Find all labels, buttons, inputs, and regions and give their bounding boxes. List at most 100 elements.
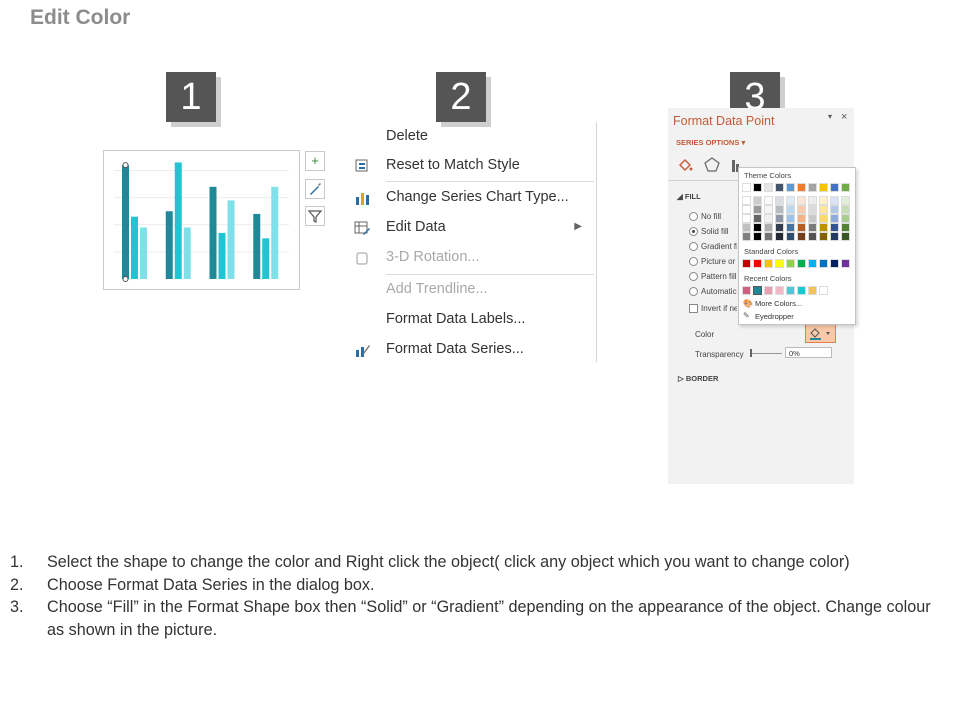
color-swatch[interactable] (841, 214, 850, 223)
color-swatch[interactable] (797, 259, 806, 268)
color-swatch[interactable] (775, 259, 784, 268)
color-swatch[interactable] (808, 286, 817, 295)
color-swatch[interactable] (764, 223, 773, 232)
eyedropper-button[interactable]: ✎ Eyedropper (741, 311, 851, 322)
transparency-input[interactable]: 0% (785, 347, 832, 358)
color-swatch[interactable] (830, 214, 839, 223)
color-swatch[interactable] (786, 214, 795, 223)
menu-item-add-trendline[interactable]: Add Trendline... (350, 277, 594, 303)
bar-series-2[interactable] (131, 216, 138, 279)
chart-elements-button[interactable]: + (305, 151, 325, 171)
color-picker-button[interactable] (805, 324, 836, 343)
color-swatch[interactable] (764, 183, 773, 192)
color-swatch[interactable] (797, 196, 806, 205)
bar-series-2[interactable] (174, 162, 182, 279)
color-swatch[interactable] (753, 223, 762, 232)
color-swatch[interactable] (819, 286, 828, 295)
fill-line-tab[interactable] (676, 156, 694, 174)
color-swatch[interactable] (830, 183, 839, 192)
border-section-header[interactable]: ▷ BORDER (678, 374, 718, 383)
color-swatch[interactable] (819, 205, 828, 214)
color-swatch[interactable] (808, 259, 817, 268)
chart-panel[interactable] (103, 150, 300, 290)
color-swatch[interactable] (830, 223, 839, 232)
slider-thumb[interactable] (750, 349, 752, 357)
color-swatch[interactable] (808, 232, 817, 241)
color-swatch[interactable] (830, 232, 839, 241)
color-swatch[interactable] (819, 214, 828, 223)
color-swatch[interactable] (797, 223, 806, 232)
color-swatch[interactable] (797, 232, 806, 241)
menu-item-format-data-series[interactable]: Format Data Series... (350, 337, 594, 363)
bar-series-3[interactable] (183, 227, 191, 279)
color-swatch[interactable] (764, 259, 773, 268)
bar-series-1[interactable] (209, 186, 217, 279)
chart-styles-button[interactable] (305, 179, 325, 199)
color-swatch[interactable] (753, 286, 762, 295)
color-swatch[interactable] (775, 223, 784, 232)
bar-series-2[interactable] (218, 232, 226, 279)
bar-series-1[interactable] (253, 213, 261, 279)
color-swatch[interactable] (786, 183, 795, 192)
menu-item-reset-to-match-style[interactable]: Reset to Match Style (350, 153, 594, 179)
color-swatch[interactable] (775, 286, 784, 295)
color-swatch[interactable] (764, 214, 773, 223)
menu-item-delete[interactable]: Delete (350, 124, 594, 150)
color-swatch[interactable] (841, 196, 850, 205)
bar-series-2[interactable] (262, 238, 270, 279)
selection-handle[interactable] (122, 276, 129, 282)
color-swatch[interactable] (819, 223, 828, 232)
color-swatch[interactable] (775, 232, 784, 241)
menu-item-edit-data[interactable]: Edit Data ▶ (350, 215, 594, 241)
color-swatch[interactable] (742, 196, 751, 205)
color-swatch[interactable] (841, 205, 850, 214)
color-swatch[interactable] (819, 259, 828, 268)
color-swatch[interactable] (786, 286, 795, 295)
close-icon[interactable]: × (841, 111, 847, 123)
color-swatch[interactable] (841, 183, 850, 192)
color-swatch[interactable] (775, 196, 784, 205)
color-swatch[interactable] (753, 214, 762, 223)
color-swatch[interactable] (775, 183, 784, 192)
color-swatch[interactable] (753, 232, 762, 241)
gradient-fill-radio[interactable] (689, 242, 698, 251)
color-swatch[interactable] (797, 214, 806, 223)
effects-tab[interactable] (703, 156, 721, 174)
color-swatch[interactable] (830, 259, 839, 268)
color-swatch[interactable] (742, 223, 751, 232)
color-swatch[interactable] (742, 214, 751, 223)
color-swatch[interactable] (742, 259, 751, 268)
color-swatch[interactable] (830, 196, 839, 205)
selection-handle[interactable] (122, 162, 129, 169)
color-swatch[interactable] (808, 205, 817, 214)
color-swatch[interactable] (841, 259, 850, 268)
bar-series-3[interactable] (227, 200, 235, 279)
color-swatch[interactable] (786, 232, 795, 241)
bar-series-1[interactable] (165, 211, 173, 279)
fill-section-header[interactable]: ◢ FILL (677, 192, 701, 201)
menu-item-change-series-chart-type[interactable]: Change Series Chart Type... (350, 185, 594, 211)
color-swatch[interactable] (786, 196, 795, 205)
more-colors-button[interactable]: 🎨 More Colors... (741, 298, 851, 309)
color-swatch[interactable] (742, 205, 751, 214)
bar-series-3[interactable] (140, 227, 147, 279)
picture-fill-radio[interactable] (689, 257, 698, 266)
automatic-fill-radio[interactable] (689, 287, 698, 296)
color-swatch[interactable] (830, 205, 839, 214)
color-swatch[interactable] (808, 223, 817, 232)
color-swatch[interactable] (753, 196, 762, 205)
color-swatch[interactable] (764, 286, 773, 295)
pattern-fill-radio[interactable] (689, 272, 698, 281)
color-swatch[interactable] (819, 183, 828, 192)
color-swatch[interactable] (764, 232, 773, 241)
no-fill-radio[interactable] (689, 212, 698, 221)
color-swatch[interactable] (764, 196, 773, 205)
color-swatch[interactable] (786, 259, 795, 268)
color-swatch[interactable] (786, 205, 795, 214)
bar-series-1[interactable] (122, 165, 129, 279)
color-swatch[interactable] (775, 205, 784, 214)
color-swatch[interactable] (753, 259, 762, 268)
color-swatch[interactable] (742, 286, 751, 295)
color-swatch[interactable] (764, 205, 773, 214)
transparency-slider[interactable] (750, 353, 782, 354)
